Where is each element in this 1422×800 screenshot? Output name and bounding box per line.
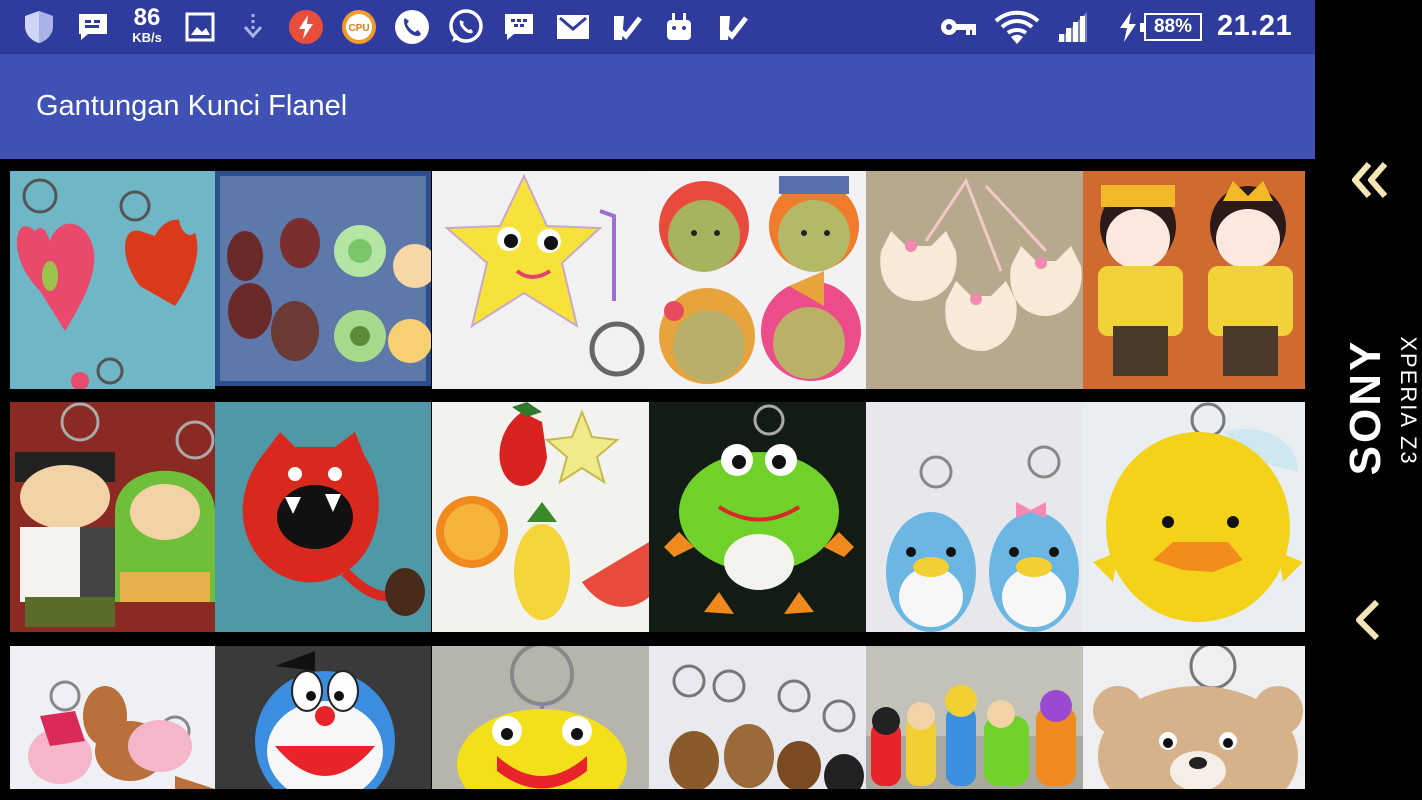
recent-apps-button[interactable] [1315, 150, 1422, 210]
status-bar: 86 KB/s CPU 88% 21.21 [0, 0, 1315, 54]
battery-indicator: 88% [1140, 9, 1204, 45]
whatsapp-icon [447, 9, 485, 45]
app-bar: Gantungan Kunci Flanel [0, 54, 1315, 159]
grid-item-chick-keychain[interactable] [1083, 402, 1305, 632]
grid-item-red-monster-keychain[interactable] [215, 402, 431, 632]
back-button[interactable] [1315, 590, 1422, 650]
brand-logo: SONY [1341, 338, 1390, 476]
grid-item-fruits-set[interactable] [432, 402, 649, 632]
grid-item-frog-keychain[interactable] [649, 402, 866, 632]
grid-item-yellow-frog-keychain[interactable] [432, 646, 649, 789]
network-speed-value: 86 [133, 4, 161, 31]
grid-item-hearts-keychain[interactable] [10, 171, 215, 389]
double-chevron-left-icon [1351, 162, 1387, 198]
battery-charging-icon [1115, 9, 1141, 45]
grid-item-star-keychain[interactable] [432, 171, 649, 389]
phone-icon [394, 9, 430, 45]
grid-item-couple-dolls-keychain[interactable] [1083, 171, 1305, 389]
grid-item-wooden-keychains[interactable] [649, 646, 866, 789]
grid-item-bear-keychain[interactable] [1083, 646, 1305, 789]
grid-item-fruits-keychain[interactable] [215, 171, 431, 386]
android-icon [662, 9, 696, 45]
device-model: XPERIA Z3 [1396, 336, 1421, 466]
image-grid [0, 159, 1315, 800]
shield-icon [22, 9, 56, 45]
bbm-icon [502, 9, 536, 45]
grid-item-muslim-dolls-keychain[interactable] [10, 402, 215, 632]
network-speed-unit: KB/s [132, 30, 162, 45]
gmail-icon [555, 9, 591, 45]
wifi-icon [994, 9, 1040, 45]
grid-item-penguins-keychain[interactable] [866, 402, 1083, 632]
grid-item-doraemon-keychain[interactable] [215, 646, 431, 789]
cpu-icon: CPU [340, 9, 378, 45]
image-icon [185, 9, 215, 45]
check-icon [610, 9, 644, 45]
page-title: Gantungan Kunci Flanel [36, 90, 348, 122]
cpu-label: CPU [348, 23, 369, 34]
battery-percent: 88% [1153, 16, 1193, 37]
grid-item-finger-puppets[interactable] [866, 646, 1083, 789]
key-icon [940, 9, 978, 45]
network-speed: 86 KB/s [127, 4, 167, 45]
clock: 21.21 [1217, 10, 1293, 42]
grid-item-camels-keychain[interactable] [10, 646, 215, 789]
grid-item-cats-keychain[interactable] [866, 171, 1083, 389]
download-icon [238, 9, 268, 45]
device-branding: SONY XPERIA Z3 [1326, 310, 1421, 490]
signal-icon [1055, 9, 1089, 45]
check-icon [716, 9, 750, 45]
chevron-left-icon [1355, 599, 1379, 641]
message-icon [76, 9, 110, 45]
flash-icon [288, 9, 324, 45]
grid-item-girls-faces-keychain[interactable] [649, 171, 866, 389]
